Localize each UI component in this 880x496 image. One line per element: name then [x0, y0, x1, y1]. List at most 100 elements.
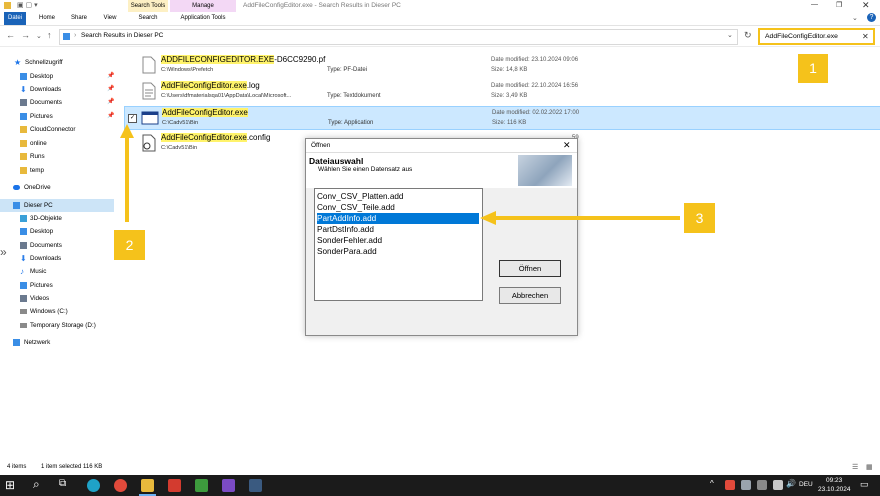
- forward-arrow-icon[interactable]: →: [21, 30, 30, 40]
- app-icon[interactable]: [249, 479, 262, 492]
- sidebar-item-label: Downloads: [30, 255, 62, 262]
- sidebar-item-label: Runs: [30, 153, 45, 160]
- chrome-icon[interactable]: [114, 479, 127, 492]
- selection-info: 1 item selected 116 KB: [41, 464, 103, 470]
- file-row[interactable]: AddFileConfigEditor.exe.log C:\Users\dfm…: [124, 80, 880, 104]
- file-name: AddFileConfigEditor.exe.config: [161, 133, 271, 142]
- back-arrow-icon[interactable]: ←: [6, 30, 15, 40]
- tray-app-icon[interactable]: [741, 480, 751, 490]
- download-icon: ⬇: [20, 254, 27, 263]
- clear-search-icon[interactable]: ✕: [862, 32, 869, 41]
- network-tray-icon[interactable]: [773, 480, 783, 490]
- context-tab-search-tools: Search Tools: [128, 0, 168, 12]
- tray-app-icon[interactable]: [757, 480, 767, 490]
- sidebar-item-dieser-pc[interactable]: Dieser PC: [0, 199, 114, 212]
- pin-icon[interactable]: 📌: [107, 96, 114, 109]
- refresh-icon[interactable]: ↻: [744, 30, 752, 41]
- recent-chevron-icon[interactable]: ⌄: [36, 32, 42, 40]
- context-tab-manage: Manage: [170, 0, 236, 12]
- sidebar-item-label: temp: [30, 167, 44, 174]
- cancel-button[interactable]: Abbrechen: [499, 287, 561, 304]
- quick-access-toolbar[interactable]: ▣ ▢ ▾: [17, 1, 38, 9]
- ribbon-tabs: Datei Home Share View Search Application…: [0, 12, 880, 26]
- picture-icon: [20, 282, 27, 289]
- sidebar-item-label: Videos: [30, 295, 50, 302]
- document-icon: [20, 99, 27, 106]
- search-icon[interactable]: ⌕: [33, 477, 40, 492]
- dataset-listbox[interactable]: Conv_CSV_Platten.add Conv_CSV_Teile.add …: [314, 188, 483, 301]
- file-explorer-icon[interactable]: [141, 479, 154, 492]
- annotation-arrow-left: [480, 211, 680, 225]
- status-bar: 4 items 1 item selected 116 KB ☰ ▦: [0, 462, 880, 475]
- picture-icon: [20, 113, 27, 120]
- pin-icon[interactable]: 📌: [107, 70, 114, 83]
- file-path: C:\Cadv51\Bin: [161, 145, 198, 151]
- sidebar-item-label: CloudConnector: [30, 126, 76, 133]
- details-view-icon[interactable]: ☰: [852, 463, 858, 471]
- search-results-icon: [63, 33, 70, 40]
- sidebar-item-label: Downloads: [30, 86, 62, 93]
- text-file-icon: [142, 82, 156, 100]
- notification-icon[interactable]: ▭: [860, 479, 869, 490]
- list-item[interactable]: SonderFehler.add: [317, 235, 479, 246]
- list-item[interactable]: Conv_CSV_Teile.add: [317, 202, 479, 213]
- list-item[interactable]: SonderPara.add: [317, 246, 479, 257]
- file-date: Date modified: 22.10.2024 16:56: [491, 83, 579, 89]
- search-input[interactable]: AddFileConfigEditor.exe ✕: [758, 28, 875, 45]
- dialog-close-icon[interactable]: ✕: [563, 140, 571, 151]
- desktop-icon: [20, 228, 27, 235]
- tray-chevron-icon[interactable]: ^: [710, 479, 714, 488]
- app-icon[interactable]: [195, 479, 208, 492]
- address-field[interactable]: › Search Results in Dieser PC ⌄: [59, 29, 738, 45]
- volume-icon[interactable]: 🔊: [786, 479, 796, 488]
- windows-start-icon[interactable]: ⊞: [5, 478, 15, 492]
- file-name: AddFileConfigEditor.exe: [162, 108, 248, 117]
- visual-studio-icon[interactable]: [222, 479, 235, 492]
- tab-search[interactable]: Search: [128, 12, 168, 25]
- task-view-icon[interactable]: ⧉: [59, 478, 66, 489]
- pin-icon[interactable]: 📌: [107, 83, 114, 96]
- sidebar-item-label: Temporary Storage (D:): [30, 322, 96, 329]
- music-icon: ♪: [20, 267, 24, 276]
- cloud-icon: [13, 185, 20, 190]
- application-icon: [141, 111, 159, 125]
- tray-app-icon[interactable]: [725, 480, 735, 490]
- open-button[interactable]: Öffnen: [499, 260, 561, 277]
- file-size: Size: 116 KB: [492, 120, 527, 126]
- sidebar-item-label: online: [30, 140, 47, 147]
- sidebar-item-label: OneDrive: [24, 184, 51, 191]
- language-indicator[interactable]: DEU: [799, 481, 813, 488]
- pin-icon[interactable]: 📌: [107, 110, 114, 123]
- help-icon[interactable]: ?: [867, 13, 876, 22]
- drive-icon: [20, 323, 27, 328]
- expand-chevrons-icon[interactable]: »: [0, 245, 7, 259]
- list-item-selected[interactable]: PartAddInfo.add: [317, 213, 479, 224]
- tab-datei[interactable]: Datei: [4, 12, 26, 25]
- large-icons-view-icon[interactable]: ▦: [866, 463, 873, 471]
- clock-time[interactable]: 09:23: [826, 477, 842, 484]
- tab-view[interactable]: View: [96, 12, 124, 25]
- tab-home[interactable]: Home: [32, 12, 62, 25]
- cube-icon: [20, 215, 27, 222]
- file-row[interactable]: ADDFILECONFIGEDITOR.EXE-D6CC9290.pf C:\W…: [124, 54, 880, 78]
- list-item[interactable]: PartDstInfo.add: [317, 224, 479, 235]
- clock-date[interactable]: 23.10.2024: [818, 486, 851, 493]
- address-dropdown-icon[interactable]: ⌄: [727, 31, 733, 39]
- row-checkbox[interactable]: ✓: [128, 114, 137, 123]
- edge-icon[interactable]: [87, 479, 100, 492]
- up-arrow-icon[interactable]: ↑: [47, 30, 52, 40]
- annotation-badge-3: 3: [684, 203, 715, 233]
- file-row-selected[interactable]: ✓ AddFileConfigEditor.exe C:\Cadv51\Bin …: [124, 106, 880, 130]
- file-name: ADDFILECONFIGEDITOR.EXE-D6CC9290.pf: [161, 55, 326, 64]
- tab-application-tools[interactable]: Application Tools: [170, 12, 236, 25]
- maximize-button[interactable]: ❐: [836, 1, 842, 9]
- app-icon[interactable]: [168, 479, 181, 492]
- minimize-button[interactable]: —: [811, 1, 818, 8]
- sidebar-item-label: Pictures: [30, 282, 53, 289]
- chevron-down-icon[interactable]: ⌄: [852, 14, 858, 22]
- sidebar-item-label: Documents: [30, 242, 62, 249]
- list-item[interactable]: Conv_CSV_Platten.add: [317, 191, 479, 202]
- computer-icon: [13, 202, 20, 209]
- tab-share[interactable]: Share: [64, 12, 94, 25]
- close-button[interactable]: ✕: [862, 0, 870, 11]
